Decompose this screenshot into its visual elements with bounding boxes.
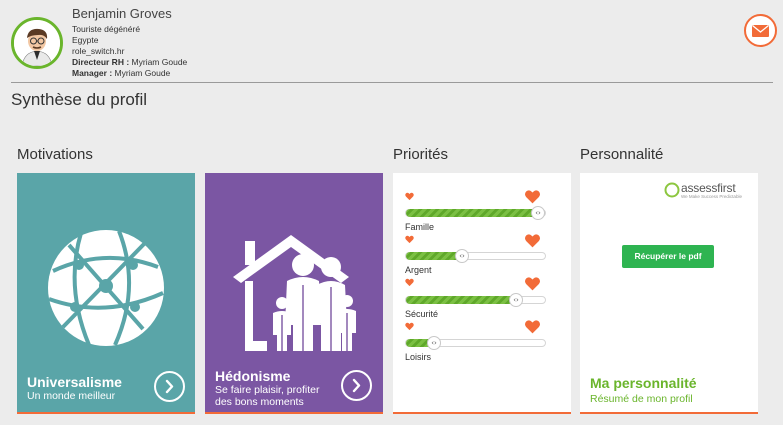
hr-director-label: Directeur RH : bbox=[72, 57, 130, 67]
priority-fill bbox=[406, 296, 516, 304]
priority-knob[interactable]: ‹› bbox=[455, 249, 469, 263]
user-company: role_switch.hr bbox=[72, 46, 125, 56]
section-title-motivations: Motivations bbox=[17, 146, 93, 163]
assessfirst-logo-tagline: We Make Success Predictable bbox=[681, 194, 742, 199]
user-name: Benjamin Groves bbox=[72, 6, 172, 21]
priority-label-loisirs: Loisirs bbox=[405, 352, 432, 362]
manager-label: Manager : bbox=[72, 68, 113, 78]
priority-knob[interactable]: ‹› bbox=[531, 206, 545, 220]
user-manager: Manager : Myriam Goude bbox=[72, 68, 170, 78]
priority-slider-famille[interactable]: ‹› bbox=[405, 206, 546, 220]
priority-label-famille: Famille bbox=[405, 222, 435, 232]
section-title-priorities: Priorités bbox=[393, 146, 449, 163]
motivation-title: Universalisme bbox=[27, 374, 122, 390]
heart-icon bbox=[405, 278, 414, 287]
heart-icon bbox=[405, 192, 414, 201]
heart-icon bbox=[405, 322, 414, 331]
priority-label-securite: Sécurité bbox=[405, 309, 439, 319]
hr-director-value: Myriam Goude bbox=[131, 57, 188, 67]
user-country: Egypte bbox=[72, 35, 99, 45]
manager-value: Myriam Goude bbox=[114, 68, 171, 78]
globe-icon bbox=[48, 230, 164, 346]
avatar-icon bbox=[14, 20, 60, 66]
heart-icon bbox=[524, 320, 541, 334]
heart-icon bbox=[524, 234, 541, 248]
family-house-icon bbox=[233, 235, 356, 351]
hedonism-title: Hédonisme bbox=[215, 368, 291, 384]
avatar[interactable] bbox=[11, 17, 63, 69]
chevron-right-icon bbox=[165, 379, 174, 394]
hedonism-arrow-button[interactable] bbox=[341, 370, 372, 401]
priority-slider-argent[interactable]: ‹› bbox=[405, 249, 546, 263]
user-hr-director: Directeur RH : Myriam Goude bbox=[72, 57, 187, 67]
personality-subtitle: Résumé de mon profil bbox=[590, 393, 693, 405]
header-divider bbox=[11, 82, 773, 83]
page-title: Synthèse du profil bbox=[11, 90, 148, 109]
priority-slider-loisirs[interactable]: ‹› bbox=[405, 336, 546, 350]
mail-button[interactable] bbox=[744, 14, 777, 47]
heart-icon bbox=[524, 190, 541, 204]
section-title-personality: Personnalité bbox=[580, 146, 664, 163]
priority-fill bbox=[406, 209, 544, 217]
mail-icon bbox=[752, 24, 769, 37]
hedonism-subtitle-line1: Se faire plaisir, profiter bbox=[215, 384, 320, 396]
priority-knob[interactable]: ‹› bbox=[509, 293, 523, 307]
priority-label-argent: Argent bbox=[405, 265, 432, 275]
heart-icon bbox=[524, 277, 541, 291]
motivation-card-universalism[interactable]: Universalisme Un monde meilleur bbox=[17, 173, 195, 414]
priority-knob[interactable]: ‹› bbox=[427, 336, 441, 350]
download-pdf-button[interactable]: Récupérer le pdf bbox=[622, 245, 714, 268]
personality-card: assessfirst We Make Success Predictable … bbox=[580, 173, 758, 414]
hedonism-subtitle-line2: des bons moments bbox=[215, 396, 304, 408]
personality-title[interactable]: Ma personnalité bbox=[590, 375, 697, 391]
user-job-title: Touriste dégénéré bbox=[72, 24, 141, 34]
assessfirst-logo-icon bbox=[664, 182, 680, 198]
motivation-arrow-button[interactable] bbox=[154, 371, 185, 402]
priority-slider-securite[interactable]: ‹› bbox=[405, 293, 546, 307]
motivation-subtitle: Un monde meilleur bbox=[27, 390, 116, 402]
priority-fill bbox=[406, 252, 462, 260]
assessfirst-logo: assessfirst We Make Success Predictable bbox=[664, 181, 754, 203]
profile-header: Benjamin Groves Touriste dégénéré Egypte… bbox=[0, 0, 783, 82]
priorities-card: ‹› Famille ‹› Argent ‹› Sécurité ‹› Lois… bbox=[393, 173, 571, 414]
heart-icon bbox=[405, 235, 414, 244]
motivation-card-hedonism[interactable]: Hédonisme Se faire plaisir, profiter des… bbox=[205, 173, 383, 414]
assessfirst-logo-name: assessfirst bbox=[681, 181, 736, 195]
chevron-right-icon bbox=[352, 378, 361, 393]
